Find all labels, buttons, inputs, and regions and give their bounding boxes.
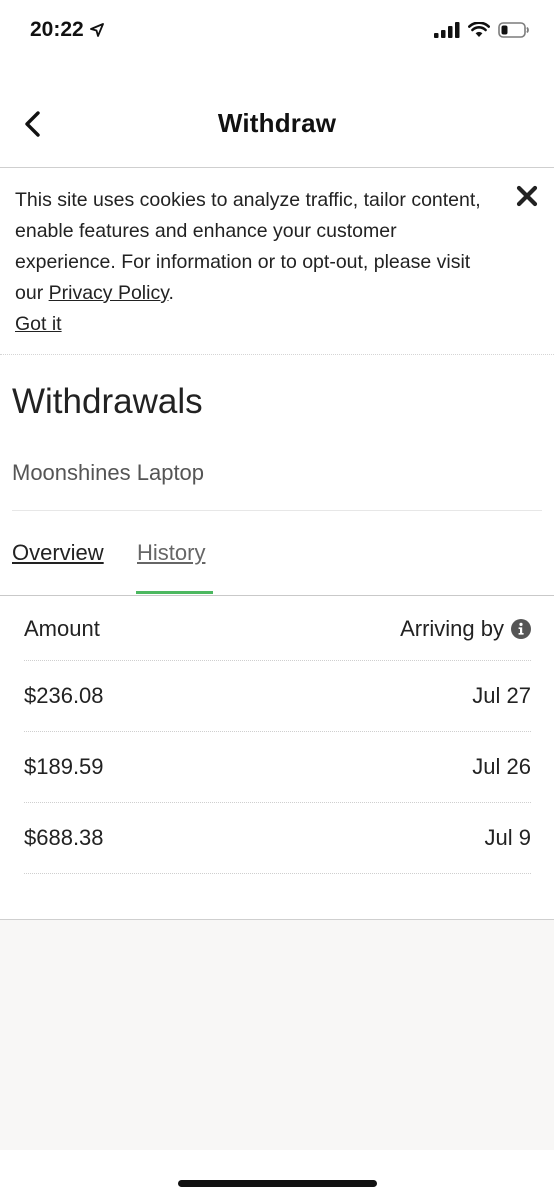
tab-overview[interactable]: Overview — [12, 540, 104, 566]
withdrawals-table: Amount Arriving by $236.08 Jul 27 $189.5… — [24, 597, 531, 874]
privacy-policy-link[interactable]: Privacy Policy — [49, 282, 169, 304]
active-tab-indicator — [136, 591, 213, 594]
row-date: Jul 9 — [484, 825, 531, 850]
wifi-icon — [468, 22, 490, 37]
nav-header: Withdraw — [0, 78, 554, 168]
home-indicator[interactable] — [178, 1180, 377, 1187]
cookie-message: This site uses cookies to analyze traffi… — [15, 185, 494, 309]
tab-bar: Overview History — [0, 512, 554, 596]
table-row[interactable]: $189.59 Jul 26 — [24, 732, 531, 803]
cookie-close-button[interactable] — [516, 185, 540, 209]
got-it-link[interactable]: Got it — [15, 309, 62, 340]
cellular-signal-icon — [434, 22, 460, 38]
status-icons — [434, 22, 530, 38]
account-name: Moonshines Laptop — [12, 460, 205, 485]
close-icon — [516, 185, 538, 207]
time-text: 20:22 — [30, 18, 84, 41]
status-bar: 20:22 — [0, 0, 554, 68]
info-icon[interactable] — [511, 618, 531, 639]
divider — [12, 510, 542, 511]
row-amount: $236.08 — [24, 683, 104, 708]
cookie-banner: This site uses cookies to analyze traffi… — [0, 169, 554, 355]
row-amount: $688.38 — [24, 825, 104, 850]
withdrawals-heading: Withdrawals — [12, 382, 203, 421]
page-title: Withdraw — [217, 108, 337, 138]
row-date: Jul 26 — [472, 754, 531, 779]
location-arrow-icon — [89, 23, 104, 37]
row-amount: $189.59 — [24, 754, 104, 779]
column-arriving-by: Arriving by — [400, 616, 531, 642]
row-date: Jul 27 — [472, 683, 531, 708]
battery-icon — [498, 22, 529, 38]
column-arriving-by-label: Arriving by — [400, 615, 504, 641]
table-row[interactable]: $236.08 Jul 27 — [24, 661, 531, 732]
tab-history[interactable]: History — [137, 540, 205, 566]
column-amount: Amount — [24, 615, 100, 641]
footer-area — [0, 920, 554, 1150]
table-row[interactable]: $688.38 Jul 9 — [24, 803, 531, 874]
status-time: 20:22 — [30, 18, 104, 42]
table-header: Amount Arriving by — [24, 597, 531, 661]
cookie-message-end: . — [168, 282, 174, 304]
